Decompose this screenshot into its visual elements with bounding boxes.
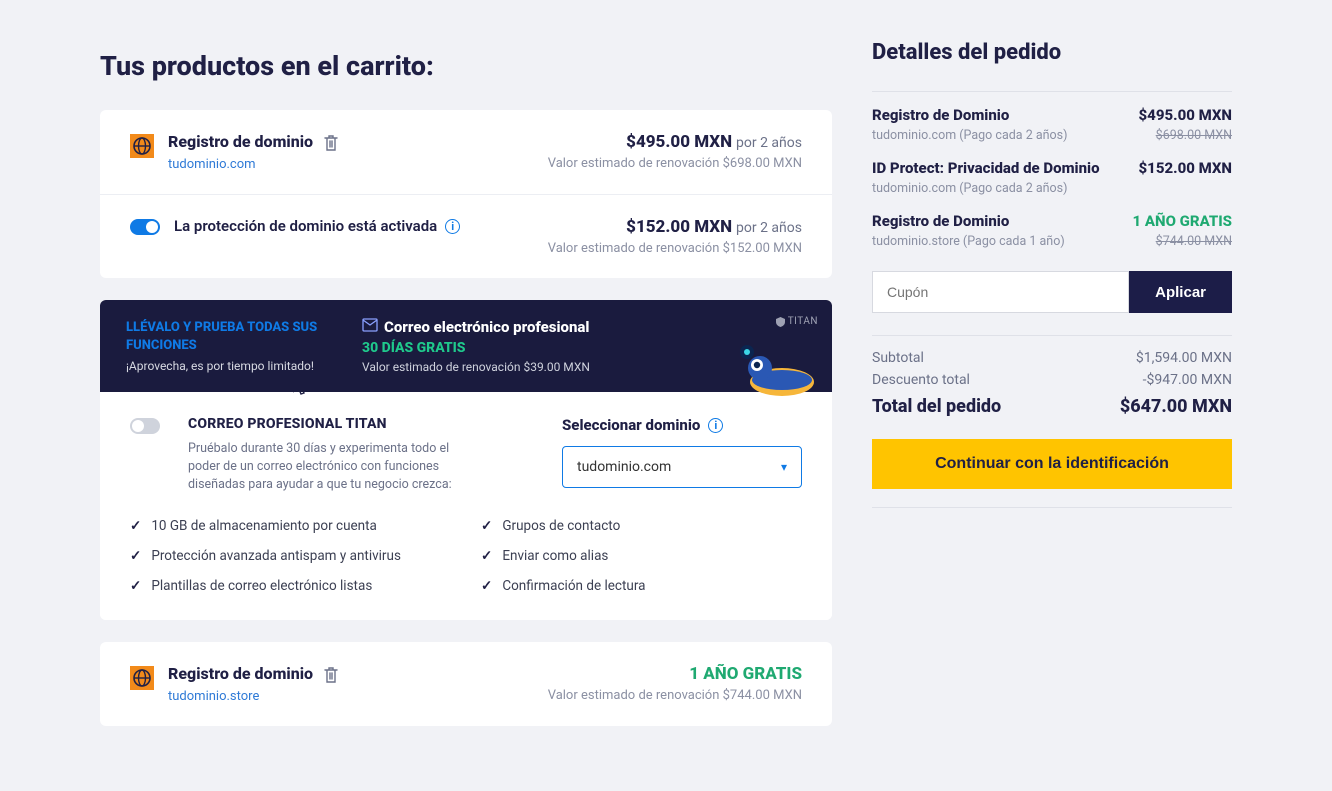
feature-item: ✓Plantillas de correo electrónico listas bbox=[130, 578, 451, 594]
item-domain-link[interactable]: tudominio.store bbox=[168, 689, 548, 704]
titan-promo-card: LLÉVALO Y PRUEBA TODAS SUS FUNCIONES ¡Ap… bbox=[100, 300, 832, 620]
feature-item: ✓Grupos de contacto bbox=[481, 518, 802, 534]
promo-sub: ¡Aprovecha, es por tiempo limitado! bbox=[126, 359, 346, 373]
check-icon: ✓ bbox=[481, 548, 492, 564]
titan-section: CORREO PROFESIONAL TITAN Pruébalo durant… bbox=[100, 392, 832, 620]
feature-item: ✓Enviar como alias bbox=[481, 548, 802, 564]
summary-row: Registro de Dominio 1 AÑO GRATIS tudomin… bbox=[872, 212, 1232, 249]
cart-item-card: Registro de dominio tudominio.com $495.0… bbox=[100, 110, 832, 278]
discount-value: -$947.00 MXN bbox=[1143, 372, 1232, 388]
promo-banner: LLÉVALO Y PRUEBA TODAS SUS FUNCIONES ¡Ap… bbox=[100, 300, 832, 392]
summary-item-sub: tudominio.com (Pago cada 2 años) bbox=[872, 181, 1067, 196]
summary-item-title: ID Protect: Privacidad de Dominio bbox=[872, 159, 1100, 177]
total-label: Total del pedido bbox=[872, 396, 1001, 417]
summary-item-price: $495.00 MXN bbox=[1139, 106, 1232, 124]
titan-desc: Pruébalo durante 30 días y experimenta t… bbox=[188, 440, 468, 494]
summary-item-strike: $698.00 MXN bbox=[1156, 128, 1232, 143]
cart-item-row: Registro de dominio tudominio.com $495.0… bbox=[100, 110, 832, 195]
domain-select[interactable]: tudominio.com ▾ bbox=[562, 446, 802, 488]
protection-price: $152.00 MXN bbox=[626, 217, 732, 237]
feature-item: ✓Confirmación de lectura bbox=[481, 578, 802, 594]
summary-item-sub: tudominio.com (Pago cada 2 años) bbox=[872, 128, 1067, 143]
total-value: $647.00 MXN bbox=[1120, 396, 1232, 417]
summary-item-free: 1 AÑO GRATIS bbox=[1132, 212, 1232, 230]
page-title: Tus productos en el carrito: bbox=[100, 50, 832, 82]
continue-button[interactable]: Continuar con la identificación bbox=[872, 439, 1232, 489]
feature-item: ✓10 GB de almacenamiento por cuenta bbox=[130, 518, 451, 534]
globe-icon bbox=[130, 666, 154, 690]
item-free-label: 1 AÑO GRATIS bbox=[548, 664, 802, 684]
item-period: por 2 años bbox=[736, 135, 802, 151]
summary-item-title: Registro de Dominio bbox=[872, 106, 1009, 124]
item-title: Registro de dominio bbox=[168, 132, 313, 151]
protection-label: La protección de dominio está activada bbox=[174, 217, 437, 235]
check-icon: ✓ bbox=[130, 578, 141, 594]
summary-heading: Detalles del pedido bbox=[872, 40, 1232, 65]
summary-item-title: Registro de Dominio bbox=[872, 212, 1009, 230]
apply-coupon-button[interactable]: Aplicar bbox=[1129, 271, 1232, 313]
info-icon[interactable]: i bbox=[445, 219, 460, 234]
item-domain-link[interactable]: tudominio.com bbox=[168, 157, 548, 172]
summary-item-strike: $744.00 MXN bbox=[1156, 234, 1232, 249]
cart-item-row: Registro de dominio tudominio.store 1 AÑ… bbox=[100, 642, 832, 726]
trash-icon[interactable] bbox=[323, 134, 339, 150]
protection-period: por 2 años bbox=[736, 220, 802, 236]
summary-item-price: $152.00 MXN bbox=[1139, 159, 1232, 177]
check-icon: ✓ bbox=[481, 578, 492, 594]
summary-item-sub: tudominio.store (Pago cada 1 año) bbox=[872, 234, 1065, 249]
cart-item-card: Registro de dominio tudominio.store 1 AÑ… bbox=[100, 642, 832, 726]
mascot-icon bbox=[732, 340, 820, 396]
promo-title: Correo electrónico profesional bbox=[384, 318, 589, 336]
trash-icon[interactable] bbox=[323, 666, 339, 682]
caret-down-icon: ▾ bbox=[781, 460, 787, 474]
feature-item: ✓Protección avanzada antispam y antiviru… bbox=[130, 548, 451, 564]
summary-row: Registro de Dominio $495.00 MXN tudomini… bbox=[872, 106, 1232, 143]
item-title: Registro de dominio bbox=[168, 664, 313, 683]
item-price: $495.00 MXN bbox=[626, 132, 732, 152]
titan-badge: TITAN bbox=[776, 316, 818, 327]
mail-icon bbox=[362, 318, 378, 336]
titan-heading: CORREO PROFESIONAL TITAN bbox=[188, 416, 468, 432]
protection-toggle[interactable] bbox=[130, 219, 160, 235]
domain-select-value: tudominio.com bbox=[577, 459, 671, 475]
promo-headline: LLÉVALO Y PRUEBA TODAS SUS FUNCIONES bbox=[126, 319, 346, 354]
titan-toggle[interactable] bbox=[130, 418, 160, 434]
check-icon: ✓ bbox=[130, 548, 141, 564]
item-renewal: Valor estimado de renovación $744.00 MXN bbox=[548, 688, 802, 703]
globe-icon bbox=[130, 134, 154, 158]
summary-row: ID Protect: Privacidad de Dominio $152.0… bbox=[872, 159, 1232, 196]
info-icon[interactable]: i bbox=[708, 418, 723, 433]
subtotal-label: Subtotal bbox=[872, 350, 924, 366]
protection-renewal: Valor estimado de renovación $152.00 MXN bbox=[548, 241, 802, 256]
discount-label: Descuento total bbox=[872, 372, 970, 388]
coupon-input[interactable] bbox=[872, 271, 1129, 313]
subtotal-value: $1,594.00 MXN bbox=[1136, 350, 1232, 366]
select-domain-label: Seleccionar dominio bbox=[562, 416, 700, 434]
protection-row: La protección de dominio está activada i… bbox=[100, 195, 832, 278]
check-icon: ✓ bbox=[130, 518, 141, 534]
item-renewal: Valor estimado de renovación $698.00 MXN bbox=[548, 156, 802, 171]
check-icon: ✓ bbox=[481, 518, 492, 534]
